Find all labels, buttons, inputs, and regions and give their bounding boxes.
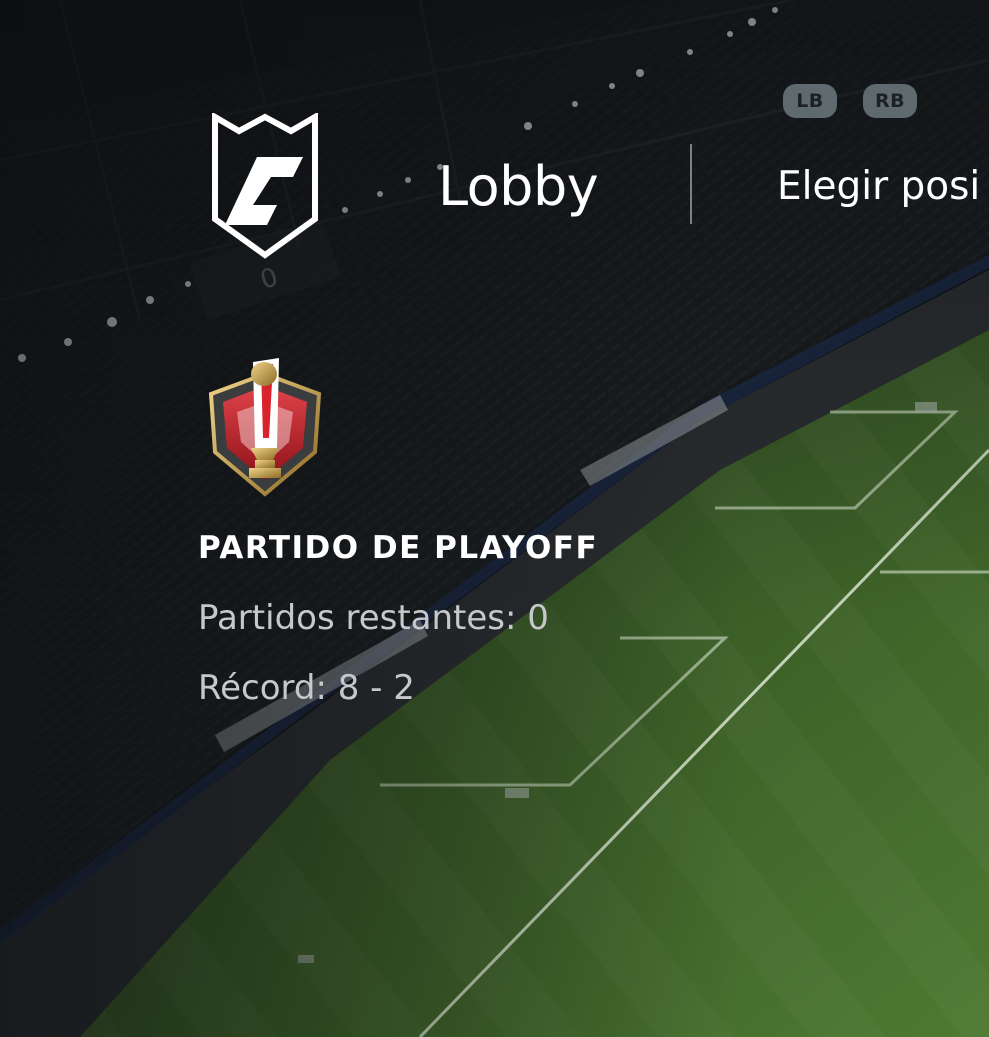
lb-shoulder-button[interactable]: LB xyxy=(783,84,837,118)
record-text: Récord: 8 - 2 xyxy=(198,668,415,708)
lobby-screen: 0 LB RB Lobby Elegir posi PARTIDO DE PLA… xyxy=(0,0,989,1037)
playoff-trophy-badge-icon xyxy=(208,358,322,497)
playoff-match-title: PARTIDO DE PLAYOFF xyxy=(198,530,599,566)
clubs-shield-logo-icon xyxy=(212,113,318,259)
rb-shoulder-button[interactable]: RB xyxy=(863,84,917,118)
remaining-matches-text: Partidos restantes: 0 xyxy=(198,598,549,638)
nav-divider xyxy=(690,144,692,224)
tab-lobby[interactable]: Lobby xyxy=(438,152,599,222)
tab-choose-position[interactable]: Elegir posi xyxy=(777,162,980,212)
